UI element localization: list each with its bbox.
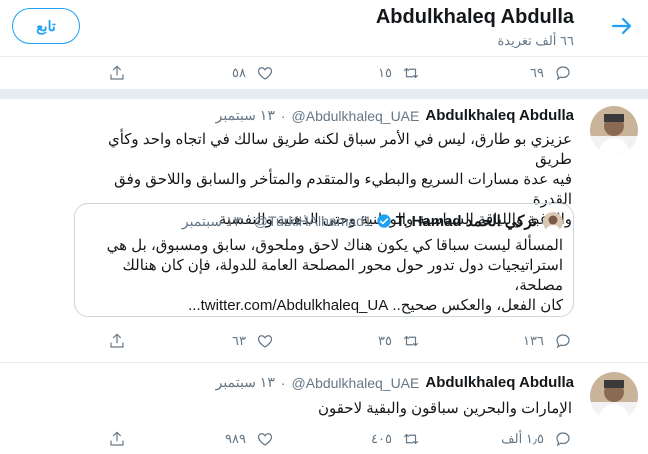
tweet-handle[interactable]: @Abdulkhaleq_UAE [292, 108, 420, 124]
retweet-action[interactable]: ٣٥ [378, 326, 420, 356]
reply-count: ٦٩ [530, 65, 544, 80]
reply-icon [556, 66, 570, 81]
heart-icon [257, 67, 273, 80]
tweet-count: ٦٦ ألف تغريدة [497, 33, 574, 48]
share-icon [110, 333, 124, 348]
like-action[interactable]: ٥٨ [232, 58, 274, 88]
share-icon [110, 65, 124, 80]
share-action[interactable] [108, 424, 126, 454]
retweet-count: ٤٠٥ [371, 431, 392, 446]
divider [0, 89, 648, 99]
heart-icon [257, 335, 273, 348]
quote-text: المسألة ليست سباقا كي يكون هناك لاحق ومل… [106, 237, 563, 314]
avatar[interactable] [590, 372, 638, 420]
reply-icon [556, 334, 570, 349]
retweet-icon [403, 335, 419, 347]
quote-avatar [543, 212, 563, 232]
like-count: ٦٣ [232, 333, 246, 348]
quote-author: T. Hamad تركي الحمد [395, 213, 537, 230]
tweet-actions-top: ٦٩ ١٥ ٥٨ [0, 58, 648, 88]
reply-count: ١٫٥ ألف [501, 431, 544, 446]
reply-count: ١٣٦ [523, 333, 544, 348]
tweet-author[interactable]: Abdulkhaleq Abdulla [425, 107, 574, 124]
tweet-handle[interactable]: @Abdulkhaleq_UAE [292, 375, 420, 391]
share-icon [110, 431, 124, 446]
quote-handle: @TurkiHAlhamad1 [253, 213, 372, 229]
reply-action[interactable]: ٦٩ [530, 58, 572, 88]
tweet-time[interactable]: ١٣ سبتمبر [216, 107, 275, 124]
tweet-header: ١٣ سبتمبر · @Abdulkhaleq_UAE Abdulkhaleq… [215, 107, 574, 124]
avatar[interactable] [590, 106, 638, 154]
follow-button[interactable]: تابع [12, 8, 80, 44]
share-action[interactable] [108, 58, 126, 88]
tweet-actions: ١٣٦ ٣٥ ٦٣ [0, 326, 648, 356]
retweet-count: ٣٥ [378, 333, 392, 348]
reply-action[interactable]: ١٫٥ ألف [501, 424, 572, 454]
quote-header: ١٣ سبتمبر · @TurkiHAlhamad1 T. Hamad ترك… [181, 212, 537, 231]
retweet-count: ١٥ [378, 65, 392, 80]
like-count: ٩٨٩ [225, 431, 246, 446]
like-count: ٥٨ [232, 65, 246, 80]
verified-badge-icon [377, 214, 391, 228]
tweet-time[interactable]: ١٣ سبتمبر [216, 374, 275, 391]
retweet-icon [403, 67, 419, 79]
arrow-right-icon[interactable] [610, 14, 634, 38]
reply-icon [556, 432, 570, 447]
reply-action[interactable]: ١٣٦ [523, 326, 572, 356]
profile-name: Abdulkhaleq Abdulla [375, 6, 574, 28]
quoted-tweet[interactable]: ١٣ سبتمبر · @TurkiHAlhamad1 T. Hamad ترك… [74, 203, 574, 317]
retweet-icon [403, 433, 419, 445]
tweet-actions: ١٫٥ ألف ٤٠٥ ٩٨٩ [0, 424, 648, 454]
profile-header: Abdulkhaleq Abdulla ٦٦ ألف تغريدة تابع [0, 0, 648, 57]
retweet-action[interactable]: ٤٠٥ [371, 424, 420, 454]
retweet-action[interactable]: ١٥ [378, 58, 420, 88]
quote-time: ١٣ سبتمبر [181, 212, 242, 229]
like-action[interactable]: ٦٣ [232, 326, 274, 356]
share-action[interactable] [108, 326, 126, 356]
divider [0, 362, 648, 363]
tweet-text: الإمارات والبحرين سباقون والبقية لاحقون [317, 400, 572, 417]
tweet-header: ١٣ سبتمبر · @Abdulkhaleq_UAE Abdulkhaleq… [215, 374, 574, 391]
tweet-author[interactable]: Abdulkhaleq Abdulla [425, 374, 574, 391]
like-action[interactable]: ٩٨٩ [225, 424, 274, 454]
heart-icon [257, 433, 273, 446]
